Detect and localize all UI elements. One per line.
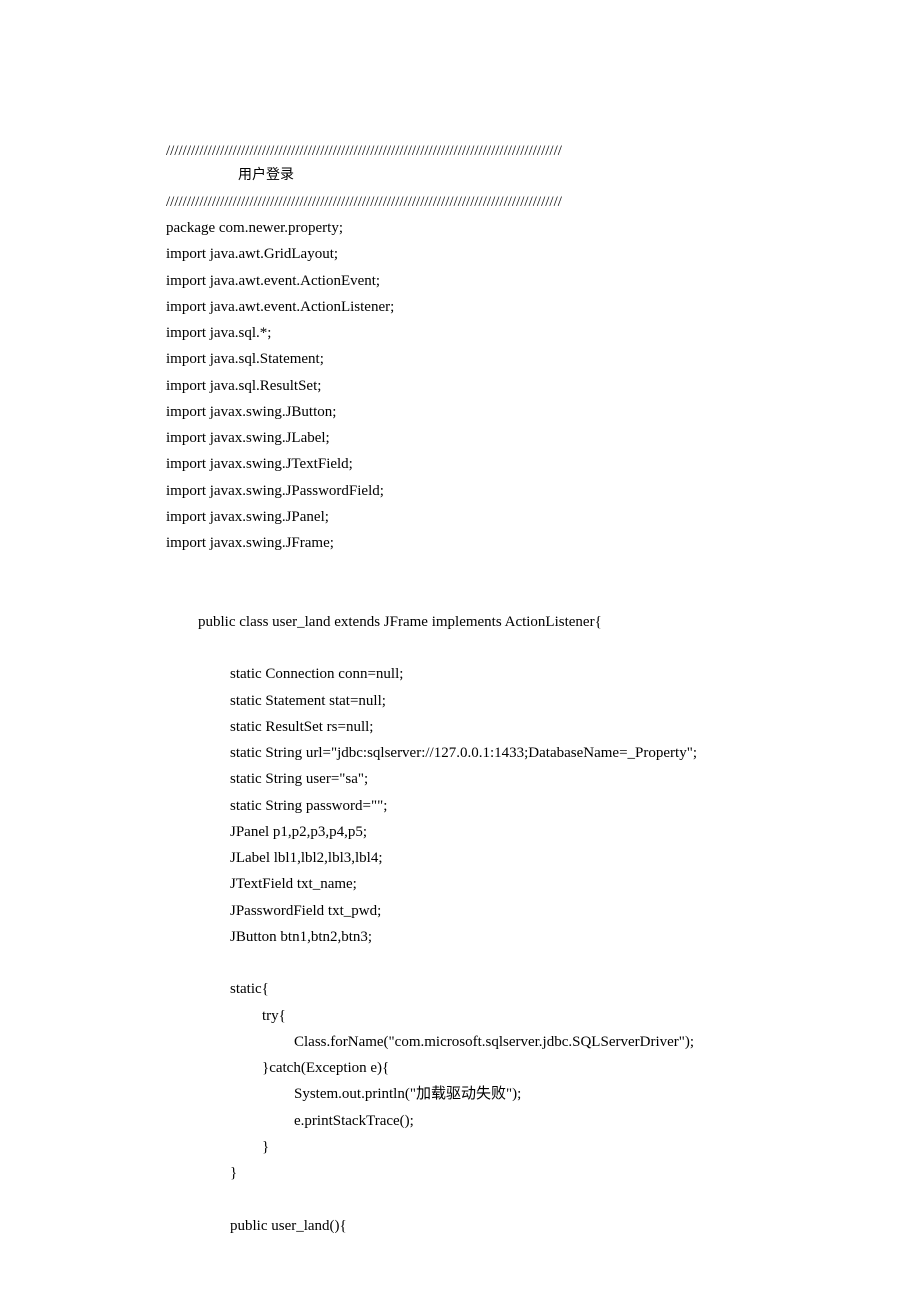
code-line bbox=[166, 583, 920, 609]
code-line: static Connection conn=null; bbox=[166, 661, 920, 687]
code-line: import javax.swing.JButton; bbox=[166, 399, 920, 425]
code-line: static String url="jdbc:sqlserver://127.… bbox=[166, 740, 920, 766]
code-line: static String user="sa"; bbox=[166, 766, 920, 792]
code-line: try{ bbox=[166, 1003, 920, 1029]
code-line: }catch(Exception e){ bbox=[166, 1055, 920, 1081]
code-line: 用户登录 bbox=[166, 164, 920, 189]
code-line bbox=[166, 635, 920, 661]
code-line: JPasswordField txt_pwd; bbox=[166, 898, 920, 924]
code-line: import java.sql.ResultSet; bbox=[166, 373, 920, 399]
code-line: import java.sql.*; bbox=[166, 320, 920, 346]
code-line: JLabel lbl1,lbl2,lbl3,lbl4; bbox=[166, 845, 920, 871]
code-line: } bbox=[166, 1160, 920, 1186]
code-line: static String password=""; bbox=[166, 793, 920, 819]
code-line: Class.forName("com.microsoft.sqlserver.j… bbox=[166, 1029, 920, 1055]
code-line: import javax.swing.JLabel; bbox=[166, 425, 920, 451]
code-line: static ResultSet rs=null; bbox=[166, 714, 920, 740]
code-line: import javax.swing.JTextField; bbox=[166, 451, 920, 477]
code-line: JButton btn1,btn2,btn3; bbox=[166, 924, 920, 950]
code-line: public user_land(){ bbox=[166, 1213, 920, 1239]
code-line: e.printStackTrace(); bbox=[166, 1108, 920, 1134]
code-line: import java.awt.GridLayout; bbox=[166, 241, 920, 267]
code-line: ////////////////////////////////////////… bbox=[166, 138, 920, 164]
code-line: package com.newer.property; bbox=[166, 215, 920, 241]
code-line bbox=[166, 556, 920, 582]
code-line: static Statement stat=null; bbox=[166, 688, 920, 714]
code-line: import java.sql.Statement; bbox=[166, 346, 920, 372]
code-line: System.out.println("加载驱动失败"); bbox=[166, 1081, 920, 1107]
code-line bbox=[166, 1186, 920, 1212]
code-line: import javax.swing.JFrame; bbox=[166, 530, 920, 556]
code-line: static{ bbox=[166, 976, 920, 1002]
code-line: import java.awt.event.ActionEvent; bbox=[166, 268, 920, 294]
code-line: ////////////////////////////////////////… bbox=[166, 189, 920, 215]
code-line: JTextField txt_name; bbox=[166, 871, 920, 897]
code-line: JPanel p1,p2,p3,p4,p5; bbox=[166, 819, 920, 845]
code-line: import javax.swing.JPasswordField; bbox=[166, 478, 920, 504]
document-page: ////////////////////////////////////////… bbox=[0, 0, 920, 1302]
code-line: } bbox=[166, 1134, 920, 1160]
code-line: public class user_land extends JFrame im… bbox=[166, 609, 920, 635]
code-line: import java.awt.event.ActionListener; bbox=[166, 294, 920, 320]
code-line bbox=[166, 950, 920, 976]
code-line: import javax.swing.JPanel; bbox=[166, 504, 920, 530]
